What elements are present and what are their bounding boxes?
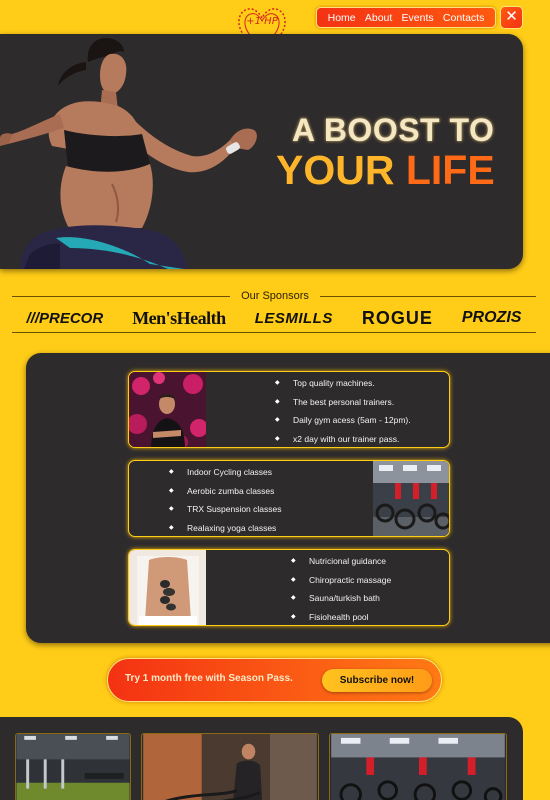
massage-image <box>129 550 206 625</box>
list-item: Chiropractic massage <box>291 571 391 590</box>
sponsor-logos: ///PRECOR Men'sHealth LESMILLS ROGUE PRO… <box>12 303 536 333</box>
subscribe-button[interactable]: Subscribe now! <box>322 669 432 692</box>
hero-title-line1: A BOOST TO <box>292 112 495 148</box>
list-item: Nutricional guidance <box>291 552 391 571</box>
logo-text: +1 HP <box>246 16 278 27</box>
sponsor-rogue-logo[interactable]: ROGUE <box>362 308 433 329</box>
sponsor-prozis-logo[interactable]: PROZIS <box>462 309 522 327</box>
gallery-image-cycling <box>329 733 507 800</box>
list-item: Fisiohealth pool <box>291 608 391 625</box>
list-item: The best personal trainers. <box>275 393 411 412</box>
sponsor-menshealth-logo[interactable]: Men'sHealth <box>132 308 226 329</box>
gallery-panel <box>0 717 523 800</box>
list-item: Sauna/turkish bath <box>291 589 391 608</box>
trainer-image <box>129 372 206 447</box>
cta-text: Try 1 month free with Season Pass. <box>125 673 293 684</box>
gallery-image-weights <box>15 733 131 800</box>
list-item: TRX Suspension classes <box>169 500 282 519</box>
hero-banner: A BOOST TO YOUR LIFE <box>0 34 523 269</box>
close-icon[interactable]: ✕ <box>500 6 523 29</box>
feature-card-classes: Indoor Cycling classes Aerobic zumba cla… <box>128 460 450 537</box>
gallery-image-ropes <box>141 733 319 800</box>
hero-title-life: LIFE <box>405 147 495 193</box>
sponsor-divider-left <box>12 296 230 297</box>
sponsor-divider-right <box>320 296 536 297</box>
list-item: Aerobic zumba classes <box>169 482 282 501</box>
main-nav: Home About Events Contacts <box>316 7 496 28</box>
list-item: Daily gym acess (5am - 12pm). <box>275 411 411 430</box>
runner-image <box>0 38 257 269</box>
nav-contacts[interactable]: Contacts <box>443 12 484 24</box>
feature-card-wellness: Nutricional guidance Chiropractic massag… <box>128 549 450 626</box>
list-item: Top quality machines. <box>275 374 411 393</box>
sponsor-lesmills-logo[interactable]: LESMILLS <box>255 310 333 327</box>
feature-card-gym: Top quality machines. The best personal … <box>128 371 450 448</box>
sponsors-heading: Our Sponsors <box>241 290 309 302</box>
features-panel: Top quality machines. The best personal … <box>26 353 550 643</box>
sponsor-precor-logo[interactable]: ///PRECOR <box>27 310 104 327</box>
nav-home[interactable]: Home <box>328 12 356 24</box>
feature-list-wellness: Nutricional guidance Chiropractic massag… <box>291 552 391 625</box>
hero-title-line2: YOUR LIFE <box>276 147 495 194</box>
nav-about[interactable]: About <box>365 12 392 24</box>
list-item: Realaxing yoga classes <box>169 519 282 536</box>
sponsor-divider-bottom <box>12 332 536 333</box>
season-pass-banner: Try 1 month free with Season Pass. Subsc… <box>107 658 442 702</box>
cycling-room-image <box>373 461 449 536</box>
feature-list-classes: Indoor Cycling classes Aerobic zumba cla… <box>169 463 282 536</box>
nav-events[interactable]: Events <box>402 12 434 24</box>
list-item: x2 day with our trainer pass. <box>275 430 411 447</box>
hero-title-your: YOUR <box>276 147 406 193</box>
feature-list-gym: Top quality machines. The best personal … <box>275 374 411 447</box>
list-item: Indoor Cycling classes <box>169 463 282 482</box>
